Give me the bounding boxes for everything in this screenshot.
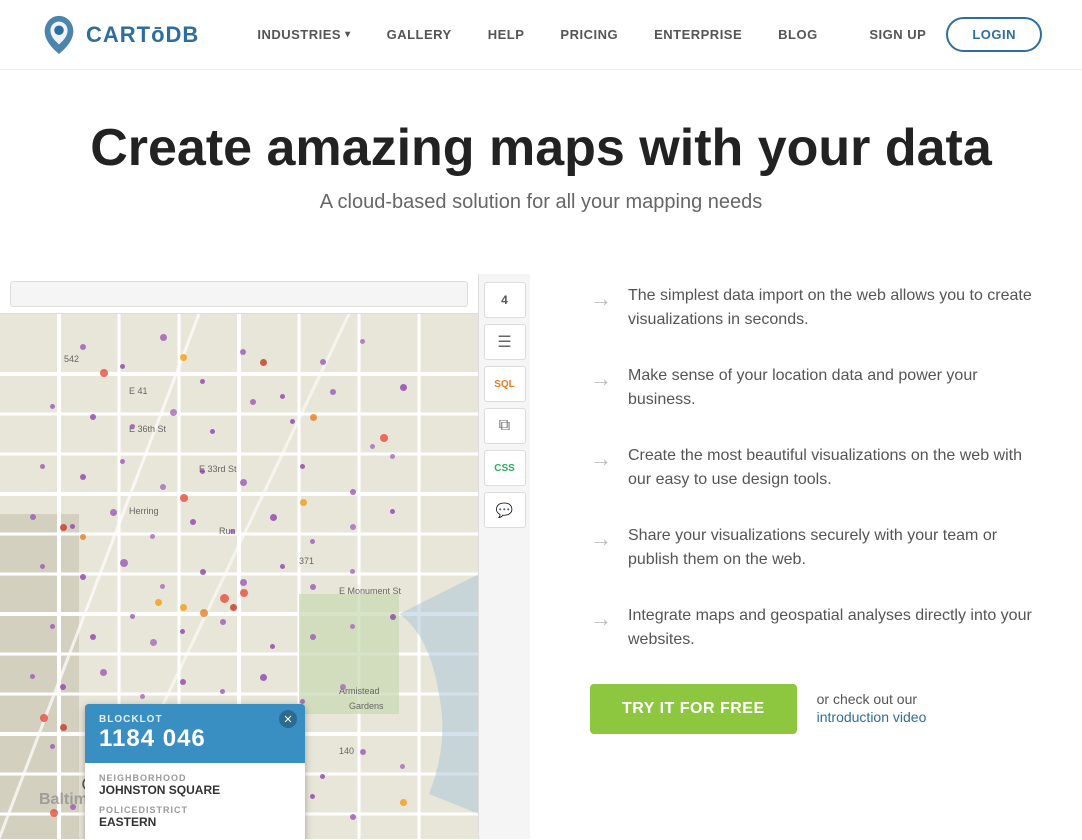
map-topbar [0, 274, 478, 314]
feature-item-3: → Create the most beautiful visualizatio… [590, 444, 1032, 492]
feature-item-1: → The simplest data import on the web al… [590, 284, 1032, 332]
popup-body: NEIGHBORHOOD JOHNSTON SQUARE POLICEDISTR… [85, 763, 305, 839]
nav-blog[interactable]: BLOG [760, 0, 836, 70]
hero-subheadline: A cloud-based solution for all your mapp… [40, 191, 1042, 214]
popup-blocklot-label: BLOCKLOT [99, 714, 291, 725]
try-it-button[interactable]: TRY IT FOR FREE [590, 684, 797, 734]
logo-text: CARTōDB [86, 22, 199, 48]
toolbar-btn-css[interactable]: CSS [484, 450, 526, 486]
login-button[interactable]: LOGIN [946, 17, 1042, 52]
popup-neighborhood-label: NEIGHBORHOOD [99, 773, 291, 783]
main-nav: INDUSTRIES ▾ GALLERY HELP PRICING ENTERP… [239, 0, 869, 70]
introduction-video-link[interactable]: introduction video [817, 709, 927, 725]
features-panel: → The simplest data import on the web al… [530, 274, 1082, 764]
logo[interactable]: CARTōDB [40, 14, 199, 56]
map-popup: BLOCKLOT 1184 046 ✕ NEIGHBORHOOD JOHNSTO… [85, 704, 305, 839]
feature-item-2: → Make sense of your location data and p… [590, 364, 1032, 412]
feature-item-5: → Integrate maps and geospatial analyses… [590, 604, 1032, 652]
popup-close-button[interactable]: ✕ [279, 710, 297, 728]
arrow-icon-5: → [590, 606, 612, 632]
toolbar-btn-layers[interactable]: ⧉ [484, 408, 526, 444]
feature-text-2: Make sense of your location data and pow… [628, 364, 1032, 412]
popup-header: BLOCKLOT 1184 046 ✕ [85, 704, 305, 763]
site-header: CARTōDB INDUSTRIES ▾ GALLERY HELP PRICIN… [0, 0, 1082, 70]
hero-section: Create amazing maps with your data A clo… [0, 70, 1082, 274]
nav-enterprise[interactable]: ENTERPRISE [636, 0, 760, 70]
cta-area: TRY IT FOR FREE or check out our introdu… [590, 684, 1032, 734]
nav-pricing[interactable]: PRICING [542, 0, 636, 70]
logo-icon [40, 14, 78, 56]
feature-text-5: Integrate maps and geospatial analyses d… [628, 604, 1032, 652]
feature-text-3: Create the most beautiful visualizations… [628, 444, 1032, 492]
popup-neighborhood-value: JOHNSTON SQUARE [99, 783, 291, 797]
arrow-icon-3: → [590, 446, 612, 472]
toolbar-btn-sql[interactable]: SQL [484, 366, 526, 402]
popup-district-value: EASTERN [99, 815, 291, 829]
hero-headline: Create amazing maps with your data [40, 120, 1042, 177]
arrow-icon-2: → [590, 366, 612, 392]
arrow-icon-4: → [590, 526, 612, 552]
feature-text-1: The simplest data import on the web allo… [628, 284, 1032, 332]
header-actions: SIGN UP LOGIN [869, 17, 1042, 52]
signup-button[interactable]: SIGN UP [869, 27, 926, 42]
feature-text-4: Share your visualizations securely with … [628, 524, 1032, 572]
nav-help[interactable]: HELP [470, 0, 543, 70]
main-content: Baltimore 542 E 41 E 36th St E 33rd St H… [0, 274, 1082, 839]
map-toolbar: 4 ☰ SQL ⧉ CSS 💬 [478, 274, 530, 839]
map-frame[interactable]: Baltimore 542 E 41 E 36th St E 33rd St H… [0, 274, 530, 839]
or-text: or check out our [817, 691, 917, 707]
map-area: Baltimore 542 E 41 E 36th St E 33rd St H… [0, 274, 530, 839]
toolbar-btn-comment[interactable]: 💬 [484, 492, 526, 528]
or-section: or check out our introduction video [817, 691, 927, 727]
toolbar-btn-4[interactable]: 4 [484, 282, 526, 318]
popup-blocklot-value: 1184 046 [99, 725, 291, 753]
feature-item-4: → Share your visualizations securely wit… [590, 524, 1032, 572]
popup-district-label: POLICEDISTRICT [99, 805, 291, 815]
nav-gallery[interactable]: GALLERY [369, 0, 470, 70]
chevron-down-icon: ▾ [345, 29, 351, 40]
toolbar-btn-menu[interactable]: ☰ [484, 324, 526, 360]
arrow-icon-1: → [590, 286, 612, 312]
map-search-bar[interactable] [10, 281, 468, 307]
nav-industries[interactable]: INDUSTRIES ▾ [239, 0, 368, 70]
